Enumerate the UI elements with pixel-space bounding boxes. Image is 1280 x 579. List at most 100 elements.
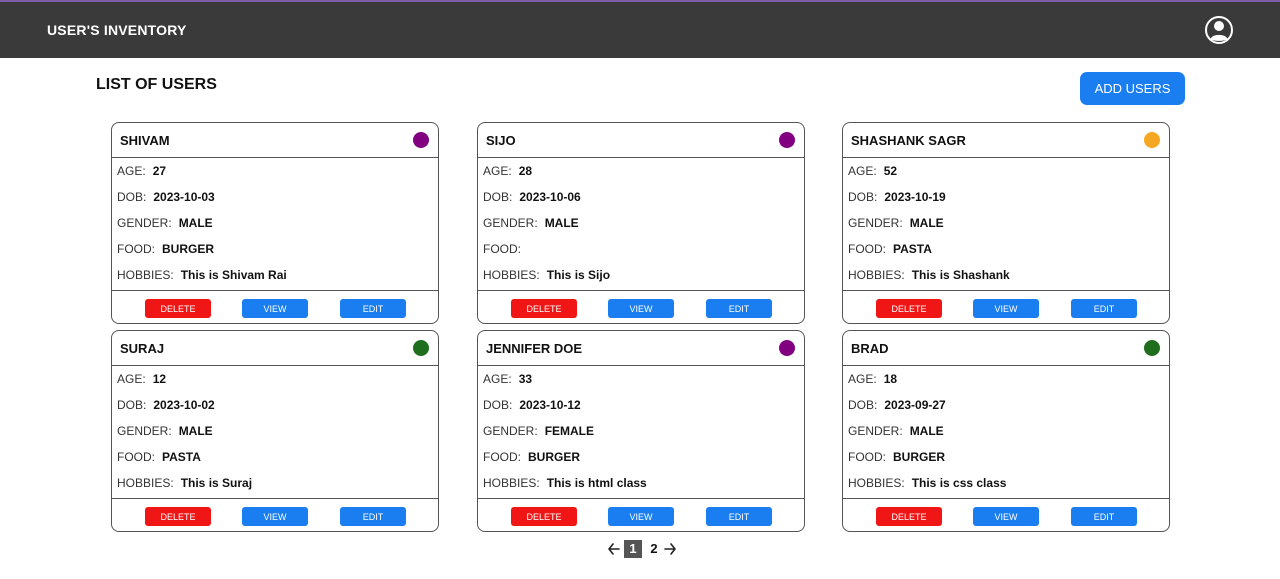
field-value: MALE [909, 424, 944, 438]
edit-button[interactable]: EDIT [706, 507, 772, 526]
field-hobbies: HOBBIES: This is Shivam Rai [117, 262, 433, 288]
delete-button[interactable]: DELETE [511, 299, 577, 318]
card-body: AGE: 33 DOB: 2023-10-12 GENDER: FEMALE FOOD: BU… [483, 366, 799, 496]
delete-button[interactable]: DELETE [511, 507, 577, 526]
edit-button[interactable]: EDIT [340, 299, 406, 318]
field-value: MALE [178, 216, 213, 230]
field-value: FEMALE [544, 424, 595, 438]
field-value: This is Sijo [546, 268, 611, 282]
user-name: SHASHANK SAGR [851, 133, 966, 148]
user-card: JENNIFER DOE AGE: 33 DOB: 2023-10-12 GENDER: F… [477, 330, 805, 532]
arrow-left-icon[interactable] [607, 540, 621, 558]
field-hobbies: HOBBIES: This is Suraj [117, 470, 433, 496]
card-body: AGE: 18 DOB: 2023-09-27 GENDER: MALE FOOD: BURG… [848, 366, 1164, 496]
field-dob: DOB: 2023-10-12 [483, 392, 799, 418]
card-header: BRAD [843, 331, 1169, 366]
field-hobbies: HOBBIES: This is css class [848, 470, 1164, 496]
view-button[interactable]: VIEW [608, 507, 674, 526]
card-actions: DELETE VIEW EDIT [843, 290, 1169, 323]
view-button[interactable]: VIEW [608, 299, 674, 318]
user-profile-icon[interactable] [1204, 15, 1234, 45]
field-dob: DOB: 2023-10-19 [848, 184, 1164, 210]
arrow-right-icon[interactable] [663, 540, 677, 558]
field-label: AGE: [848, 164, 877, 178]
view-button[interactable]: VIEW [973, 507, 1039, 526]
field-hobbies: HOBBIES: This is html class [483, 470, 799, 496]
field-value: MALE [178, 424, 213, 438]
edit-button[interactable]: EDIT [1071, 507, 1137, 526]
card-actions: DELETE VIEW EDIT [112, 290, 438, 323]
view-button[interactable]: VIEW [242, 507, 308, 526]
status-dot-icon [1144, 132, 1160, 148]
view-button[interactable]: VIEW [242, 299, 308, 318]
field-gender: GENDER: MALE [483, 210, 799, 236]
card-actions: DELETE VIEW EDIT [478, 290, 804, 323]
field-value: BURGER [528, 450, 581, 464]
delete-button[interactable]: DELETE [876, 507, 942, 526]
field-gender: GENDER: MALE [117, 418, 433, 444]
field-dob: DOB: 2023-10-06 [483, 184, 799, 210]
field-label: AGE: [117, 372, 146, 386]
field-dob: DOB: 2023-10-02 [117, 392, 433, 418]
user-card: SIJO AGE: 28 DOB: 2023-10-06 GENDER: MALE FOOD:… [477, 122, 805, 324]
field-age: AGE: 28 [483, 158, 799, 184]
status-dot-icon [413, 340, 429, 356]
delete-button[interactable]: DELETE [145, 507, 211, 526]
card-header: SIJO [478, 123, 804, 158]
field-value: This is Shivam Rai [180, 268, 287, 282]
field-value: This is Shashank [911, 268, 1010, 282]
field-value: BURGER [893, 450, 946, 464]
user-name: JENNIFER DOE [486, 341, 583, 356]
top-navbar: USER'S INVENTORY [0, 0, 1280, 58]
field-food: FOOD: BURGER [483, 444, 799, 470]
field-age: AGE: 12 [117, 366, 433, 392]
user-name: BRAD [851, 341, 889, 356]
field-value: 2023-10-02 [153, 398, 215, 412]
field-label: FOOD: [117, 242, 155, 256]
edit-button[interactable]: EDIT [340, 507, 406, 526]
edit-button[interactable]: EDIT [1071, 299, 1137, 318]
field-label: GENDER: [117, 424, 172, 438]
field-gender: GENDER: MALE [117, 210, 433, 236]
field-label: HOBBIES: [483, 268, 540, 282]
field-value: 12 [152, 372, 167, 386]
field-gender: GENDER: MALE [848, 210, 1164, 236]
view-button[interactable]: VIEW [973, 299, 1039, 318]
field-hobbies: HOBBIES: This is Shashank [848, 262, 1164, 288]
field-gender: GENDER: MALE [848, 418, 1164, 444]
card-body: AGE: 28 DOB: 2023-10-06 GENDER: MALE FOOD: HOBB… [483, 158, 799, 288]
field-value: 28 [518, 164, 533, 178]
delete-button[interactable]: DELETE [145, 299, 211, 318]
delete-button[interactable]: DELETE [876, 299, 942, 318]
field-value: MALE [909, 216, 944, 230]
field-label: HOBBIES: [117, 268, 174, 282]
field-value: This is Suraj [180, 476, 253, 490]
field-label: DOB: [848, 398, 878, 412]
page-1-button[interactable]: 1 [624, 540, 642, 558]
field-age: AGE: 52 [848, 158, 1164, 184]
page-2-button[interactable]: 2 [645, 540, 663, 558]
card-body: AGE: 52 DOB: 2023-10-19 GENDER: MALE FOOD: PAST… [848, 158, 1164, 288]
field-value: MALE [544, 216, 579, 230]
add-users-button[interactable]: ADD USERS [1080, 72, 1185, 105]
field-value: 2023-10-03 [153, 190, 215, 204]
field-label: HOBBIES: [117, 476, 174, 490]
field-label: DOB: [848, 190, 878, 204]
field-label: AGE: [483, 164, 512, 178]
field-label: GENDER: [483, 216, 538, 230]
card-actions: DELETE VIEW EDIT [478, 498, 804, 531]
user-name: SHIVAM [120, 133, 170, 148]
status-dot-icon [779, 340, 795, 356]
status-dot-icon [779, 132, 795, 148]
field-value: 27 [152, 164, 167, 178]
field-label: AGE: [483, 372, 512, 386]
field-gender: GENDER: FEMALE [483, 418, 799, 444]
field-label: AGE: [848, 372, 877, 386]
pagination: 1 2 [607, 539, 677, 559]
field-label: DOB: [483, 190, 513, 204]
card-header: SHASHANK SAGR [843, 123, 1169, 158]
card-body: AGE: 12 DOB: 2023-10-02 GENDER: MALE FOOD: PAST… [117, 366, 433, 496]
edit-button[interactable]: EDIT [706, 299, 772, 318]
field-value: 18 [883, 372, 898, 386]
card-actions: DELETE VIEW EDIT [112, 498, 438, 531]
